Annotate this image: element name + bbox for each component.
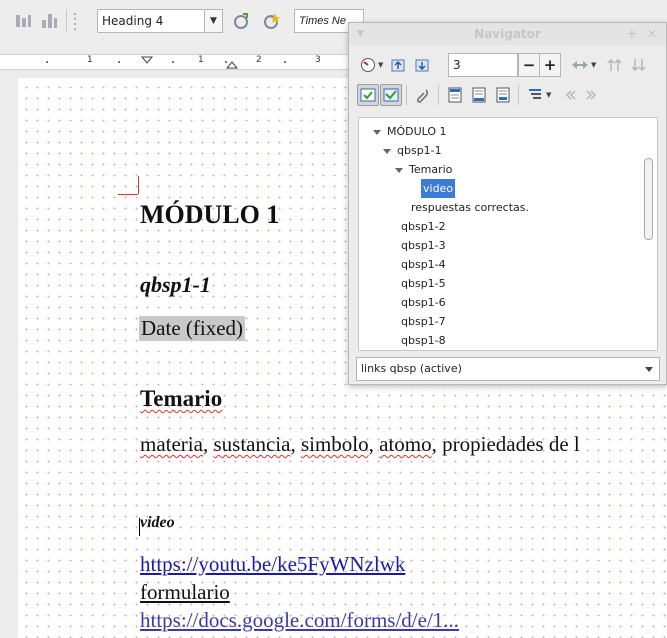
heading-levels-dropdown-icon[interactable]: ▼ bbox=[546, 84, 551, 106]
expand-arrow-icon[interactable] bbox=[383, 148, 391, 154]
new-style-icon[interactable] bbox=[258, 8, 284, 34]
tree-item-label: qbsp1-1 bbox=[397, 144, 442, 157]
tree-scrollbar[interactable] bbox=[644, 158, 653, 240]
paragraph-style-input[interactable]: Heading 4 bbox=[97, 9, 205, 33]
heading-3[interactable]: Temario bbox=[140, 386, 222, 412]
misspelled-word: materia bbox=[140, 432, 203, 456]
toolbar-grip-icon bbox=[68, 8, 82, 34]
paragraph-style-dropdown-icon[interactable]: ▼ bbox=[205, 9, 223, 33]
reminder-icon[interactable] bbox=[412, 84, 434, 106]
ruler-number: 2 bbox=[256, 55, 262, 65]
document-select-value: links qbsp (active) bbox=[361, 362, 462, 375]
misspelled-word: sustancia bbox=[213, 432, 291, 456]
tree-item-temario[interactable]: Temario bbox=[395, 160, 452, 179]
navigation-icon[interactable] bbox=[357, 54, 379, 76]
navigator-menu-icon[interactable]: ▼ bbox=[357, 23, 364, 45]
demote-chapter-icon[interactable] bbox=[581, 84, 603, 106]
drag-mode-icon[interactable] bbox=[569, 54, 591, 76]
tree-item-qbsp1-4[interactable]: qbsp1-4 bbox=[401, 255, 446, 274]
pin-icon[interactable]: + bbox=[626, 23, 638, 45]
tree-item-qbsp1-6[interactable]: qbsp1-6 bbox=[401, 293, 446, 312]
next-object-icon[interactable] bbox=[411, 54, 433, 76]
heading-2[interactable]: qbsp1-1 bbox=[140, 272, 211, 298]
date-field[interactable]: Date (fixed) bbox=[139, 316, 246, 341]
youtube-link[interactable]: https://youtu.be/ke5FyWNzlwk bbox=[140, 552, 405, 577]
tree-item-video[interactable]: video bbox=[421, 179, 456, 198]
expand-arrow-icon[interactable] bbox=[395, 167, 403, 173]
tree-item-label: MÓDULO 1 bbox=[387, 125, 447, 138]
distribute-rows-icon[interactable] bbox=[36, 8, 62, 34]
increase-level-button[interactable]: + bbox=[539, 53, 561, 77]
tree-item-qbsp1-3[interactable]: qbsp1-3 bbox=[401, 236, 446, 255]
chevron-down-icon bbox=[645, 367, 653, 372]
promote-chapter-icon[interactable] bbox=[559, 84, 581, 106]
heading-4[interactable]: video bbox=[140, 514, 175, 532]
navigator-title: Navigator bbox=[474, 27, 541, 41]
decrease-level-button[interactable]: − bbox=[518, 53, 540, 77]
update-style-icon[interactable] bbox=[228, 8, 254, 34]
tree-item-qbsp1-2[interactable]: qbsp1-2 bbox=[401, 217, 446, 236]
navigator-tree[interactable]: MÓDULO 1 qbsp1-1 Temario video respuesta… bbox=[358, 117, 658, 351]
indent-marker-icon[interactable] bbox=[141, 56, 153, 64]
heading-levels-shown-icon[interactable] bbox=[524, 84, 546, 106]
close-icon[interactable]: ✕ bbox=[647, 23, 657, 45]
document-select[interactable]: links qbsp (active) bbox=[356, 357, 660, 381]
heading-1[interactable]: MÓDULO 1 bbox=[140, 200, 279, 230]
drag-mode-dropdown-icon[interactable]: ▼ bbox=[591, 54, 596, 76]
expand-arrow-icon[interactable] bbox=[373, 129, 381, 135]
tree-item-respuestas[interactable]: respuestas correctas. bbox=[411, 198, 529, 217]
distribute-columns-icon[interactable] bbox=[10, 8, 36, 34]
tree-item-qbsp1-7[interactable]: qbsp1-7 bbox=[401, 312, 446, 331]
misspelled-word: atomo bbox=[379, 432, 432, 456]
toggle-view-icon[interactable] bbox=[380, 84, 402, 106]
paragraph-text: propiedades de l bbox=[442, 432, 580, 456]
navigator-panel: Navigator ▼ + ✕ ▼ 3 − + ▼ ▼ MÓDULO 1 qbs… bbox=[348, 22, 667, 385]
tab-stop-icon[interactable] bbox=[226, 61, 238, 69]
ruler-number: 1 bbox=[87, 55, 93, 65]
tree-item-qbsp1-1[interactable]: qbsp1-1 bbox=[383, 141, 442, 160]
forms-link[interactable]: https://docs.google.com/forms/d/e/1... bbox=[140, 608, 459, 633]
body-paragraph[interactable]: materia, sustancia, simbolo, atomo, prop… bbox=[140, 432, 580, 457]
footer-icon[interactable] bbox=[468, 84, 490, 106]
tree-item-label: Temario bbox=[409, 163, 453, 176]
navigation-dropdown-icon[interactable]: ▼ bbox=[378, 54, 383, 76]
navigator-titlebar[interactable]: Navigator bbox=[349, 23, 666, 45]
ruler-number: 3 bbox=[315, 55, 321, 65]
tree-item-qbsp1-5[interactable]: qbsp1-5 bbox=[401, 274, 446, 293]
text-cursor bbox=[139, 518, 140, 536]
tree-item-modulo-1[interactable]: MÓDULO 1 bbox=[373, 122, 447, 141]
tree-item-qbsp1-8[interactable]: qbsp1-8 bbox=[401, 331, 446, 350]
previous-object-icon[interactable] bbox=[387, 54, 409, 76]
ruler-number: 1 bbox=[198, 55, 204, 65]
content-navigation-view-icon[interactable] bbox=[357, 84, 379, 106]
demote-level-icon[interactable] bbox=[628, 54, 650, 76]
heading-level-input[interactable]: 3 bbox=[448, 53, 518, 77]
formulario-link[interactable]: formulario bbox=[140, 580, 230, 605]
misspelled-word: simbolo bbox=[300, 432, 369, 456]
promote-level-icon[interactable] bbox=[604, 54, 626, 76]
header-icon[interactable] bbox=[444, 84, 466, 106]
anchor-text-icon[interactable] bbox=[492, 84, 514, 106]
